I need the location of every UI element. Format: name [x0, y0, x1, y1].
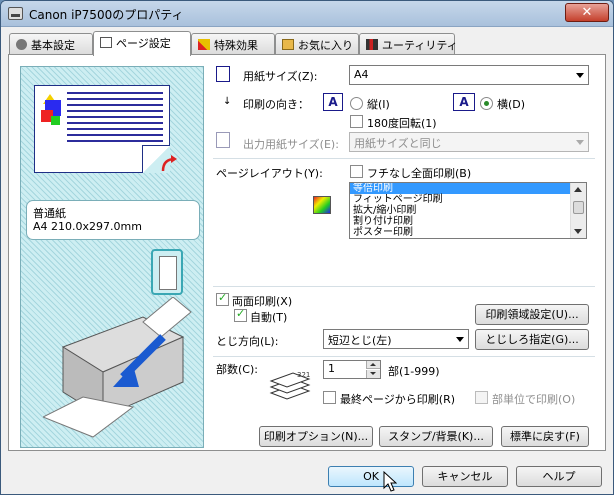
copies-stack-icon: 321: [269, 371, 311, 400]
paper-size-icon: [216, 66, 230, 82]
favorites-icon: [282, 39, 294, 50]
utilities-icon: [366, 39, 378, 50]
paper-size-dropdown[interactable]: A4: [349, 65, 589, 85]
list-item[interactable]: ポスター印刷: [350, 227, 586, 238]
spin-down-icon[interactable]: [366, 370, 380, 378]
ok-button[interactable]: OK: [328, 466, 414, 487]
printer-icon: [8, 7, 23, 20]
borderless-label: フチなし全面印刷(B): [367, 167, 472, 180]
cancel-button[interactable]: キャンセル: [422, 466, 508, 487]
rotate-180-label: 180度回転(1): [367, 117, 437, 130]
portrait-icon: A: [323, 93, 343, 111]
tab-page-setup[interactable]: ページ設定: [93, 31, 191, 56]
window-title: Canon iP7500のプロパティ: [29, 8, 184, 22]
close-button[interactable]: ✕: [565, 3, 609, 22]
list-scrollbar[interactable]: [570, 183, 586, 238]
reverse-order-label: 最終ページから印刷(R): [340, 393, 456, 406]
duplex-checkbox[interactable]: [216, 291, 229, 306]
rotate-180-checkbox[interactable]: [350, 115, 363, 128]
landscape-icon: A: [453, 93, 475, 111]
printer-illustration-icon: [43, 297, 192, 438]
media-info-box: 普通紙 A4 210.0x297.0mm: [26, 200, 200, 240]
binding-margin-button[interactable]: とじしろ指定(G)...: [475, 329, 589, 350]
paper-preview: [34, 85, 170, 173]
stamp-background-button[interactable]: スタンプ/背景(K)...: [379, 426, 493, 447]
print-area-button[interactable]: 印刷領域設定(U)...: [475, 304, 589, 325]
copies-range-label: 部(1-999): [388, 365, 440, 378]
portrait-label: 縦(I): [367, 98, 390, 111]
list-item[interactable]: フィットページ印刷: [350, 194, 586, 205]
restore-defaults-button[interactable]: 標準に戻す(F): [501, 426, 589, 447]
scroll-down-icon[interactable]: [574, 229, 582, 234]
mouse-cursor-icon: [383, 471, 397, 492]
landscape-label: 横(D): [497, 98, 526, 111]
borderless-checkbox[interactable]: [350, 165, 363, 178]
divider: [213, 356, 595, 357]
tab-utilities[interactable]: ユーティリティ: [359, 33, 458, 54]
auto-duplex-checkbox[interactable]: [234, 307, 247, 322]
media-type-text: 普通紙: [33, 207, 66, 220]
media-size-text: A4 210.0x297.0mm: [33, 220, 142, 233]
paper-size-label: 用紙サイズ(Z):: [243, 70, 318, 83]
printer-properties-window: Canon iP7500のプロパティ ✕ 基本設定 ページ設定 特殊効果 お気に…: [0, 0, 614, 495]
collate-checkbox[interactable]: [475, 391, 488, 404]
layout-preview-icon: [313, 196, 331, 214]
svg-text:321: 321: [297, 371, 310, 379]
arrow-down-icon: ↓: [223, 96, 232, 107]
scroll-up-icon[interactable]: [574, 187, 582, 192]
tab-effects[interactable]: 特殊効果: [191, 33, 275, 54]
print-options-button[interactable]: 印刷オプション(N)...: [259, 426, 373, 447]
portrait-radio[interactable]: [350, 97, 363, 110]
copies-label: 部数(C):: [216, 363, 258, 376]
chevron-down-icon: [456, 337, 464, 342]
divider: [213, 158, 595, 159]
list-item[interactable]: 拡大/縮小印刷: [350, 205, 586, 216]
binding-label: とじ方向(L):: [216, 335, 279, 348]
list-item[interactable]: 等倍印刷: [350, 183, 586, 194]
chevron-down-icon: [576, 73, 584, 78]
orientation-label: 印刷の向き：: [243, 98, 309, 111]
help-button[interactable]: ヘルプ: [516, 466, 602, 487]
reverse-order-checkbox[interactable]: [323, 391, 336, 404]
basic-settings-icon: [16, 39, 27, 50]
title-bar: Canon iP7500のプロパティ ✕: [1, 1, 613, 27]
preview-area: 普通紙 A4 210.0x297.0mm: [20, 66, 204, 448]
page-layout-list[interactable]: 等倍印刷 フィットページ印刷 拡大/縮小印刷 割り付け印刷 ポスター印刷: [349, 182, 587, 239]
copies-spinner[interactable]: 1: [323, 360, 381, 379]
output-size-label: 出力用紙サイズ(E):: [243, 138, 339, 151]
landscape-radio[interactable]: [480, 97, 493, 110]
page-layout-label: ページレイアウト(Y):: [216, 167, 323, 180]
orientation-preview-icon: [151, 249, 183, 295]
divider: [213, 286, 595, 287]
rotate-arrow-icon: [161, 155, 177, 172]
output-size-dropdown[interactable]: 用紙サイズと同じ: [349, 132, 589, 152]
scroll-thumb[interactable]: [573, 201, 584, 214]
effects-brush-icon: [198, 39, 210, 50]
output-size-icon: [216, 132, 230, 148]
collate-label: 部単位で印刷(O): [492, 393, 576, 406]
text-lines: [67, 92, 163, 146]
list-item[interactable]: 割り付け印刷: [350, 216, 586, 227]
chevron-down-icon: [576, 140, 584, 145]
tab-basic[interactable]: 基本設定: [9, 33, 93, 54]
spin-up-icon[interactable]: [366, 361, 380, 369]
auto-duplex-label: 自動(T): [250, 311, 288, 324]
binding-dropdown[interactable]: 短辺とじ(左): [323, 329, 469, 349]
tab-favorites[interactable]: お気に入り: [275, 33, 359, 54]
page-setup-icon: [100, 37, 112, 48]
